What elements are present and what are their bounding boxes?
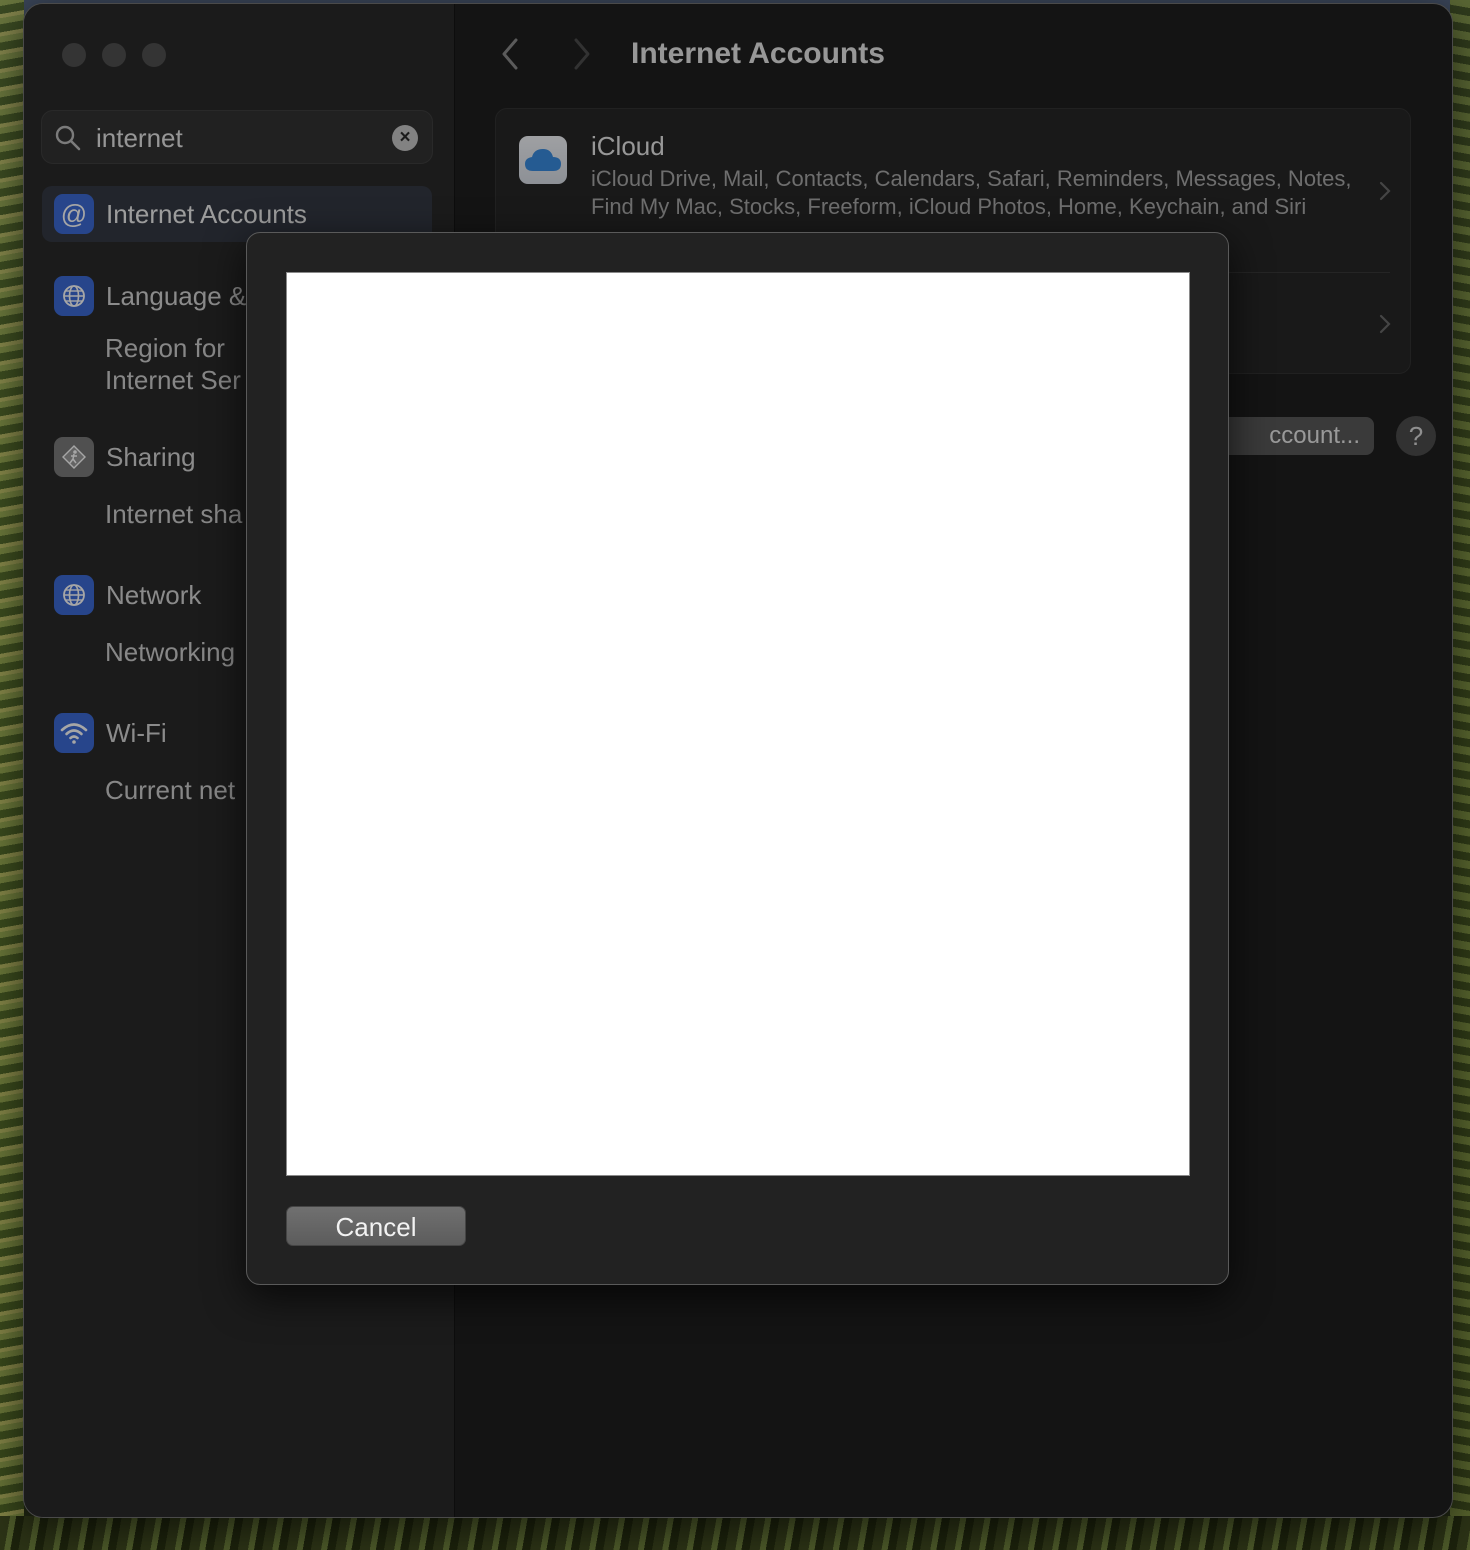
wallpaper-bottom — [0, 1516, 1470, 1550]
wallpaper-right — [1450, 0, 1470, 1550]
sign-in-sheet: Cancel — [246, 232, 1229, 1285]
cancel-button[interactable]: Cancel — [286, 1206, 466, 1246]
wallpaper-left — [0, 0, 24, 1550]
web-content-area[interactable] — [286, 272, 1190, 1176]
